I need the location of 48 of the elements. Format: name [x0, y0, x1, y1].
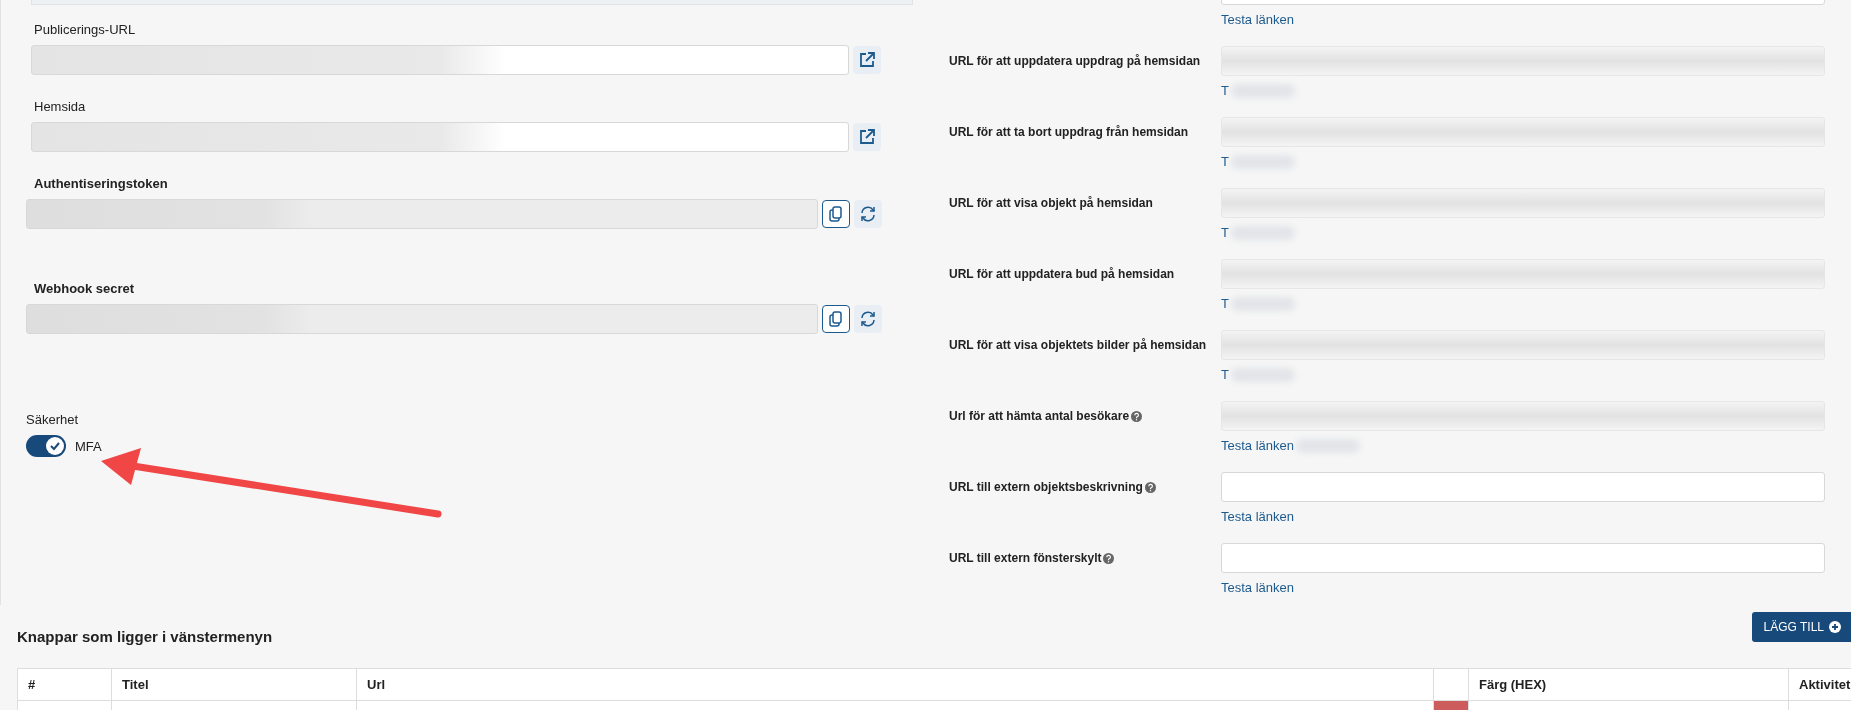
- field-label: Authentiseringstoken: [34, 176, 169, 192]
- test-link[interactable]: Testa länken: [1221, 12, 1294, 28]
- copy-icon[interactable]: [822, 200, 850, 228]
- test-link[interactable]: T: [1221, 83, 1229, 99]
- test-link[interactable]: Testa länken: [1221, 509, 1294, 525]
- field-label: Url för att hämta antal besökare: [949, 407, 1130, 425]
- test-link[interactable]: T: [1221, 225, 1229, 241]
- text-field[interactable]: [26, 304, 818, 334]
- field-label: Publicerings-URL: [34, 22, 137, 38]
- test-link[interactable]: Testa länken: [1221, 580, 1294, 596]
- column-header: Url: [356, 668, 1434, 701]
- toggle-label: MFA: [75, 438, 102, 454]
- test-link[interactable]: T: [1221, 367, 1229, 383]
- field-label: URL för att ta bort uppdrag från hemsidan: [949, 123, 1189, 141]
- column-header: Aktivitet: [1788, 668, 1851, 701]
- toggle-switch[interactable]: [26, 435, 66, 457]
- text-field[interactable]: [26, 199, 818, 229]
- text-field[interactable]: [31, 122, 849, 152]
- field-label: URL för att uppdatera bud på hemsidan: [949, 265, 1175, 283]
- column-header: [1433, 668, 1469, 701]
- help-icon[interactable]: [1131, 410, 1143, 422]
- column-header: Titel: [111, 668, 357, 701]
- plus-icon: [1829, 621, 1841, 633]
- refresh-icon[interactable]: [854, 305, 882, 333]
- add-button[interactable]: LÄGG TILL: [1751, 612, 1851, 642]
- field-label: Hemsida: [34, 99, 87, 115]
- copy-icon[interactable]: [822, 305, 850, 333]
- column-header: #: [17, 668, 112, 701]
- field-label: URL till extern fönsterskylt: [949, 549, 1102, 567]
- text-field[interactable]: [1221, 543, 1825, 573]
- text-field[interactable]: [1221, 472, 1825, 502]
- section-label: Säkerhet: [26, 412, 80, 427]
- help-icon[interactable]: [1144, 481, 1156, 493]
- section-heading: Knappar som ligger i vänstermenyn: [17, 627, 273, 645]
- help-icon[interactable]: [1103, 552, 1115, 564]
- field-label: URL till extern objektsbeskrivning: [949, 478, 1143, 496]
- field-label: Webhook secret: [34, 281, 136, 297]
- test-link[interactable]: Testa länken: [1221, 438, 1294, 454]
- test-link[interactable]: T: [1221, 154, 1229, 170]
- open-external-icon[interactable]: [853, 123, 881, 151]
- text-field[interactable]: [31, 45, 849, 75]
- refresh-icon[interactable]: [854, 200, 882, 228]
- field-label: URL för att uppdatera uppdrag på hemsidan: [949, 52, 1201, 70]
- field-label: URL för att visa objekt på hemsidan: [949, 194, 1153, 212]
- test-link[interactable]: T: [1221, 296, 1229, 312]
- column-header: Färg (HEX): [1468, 668, 1789, 701]
- field-label: URL för att visa objektets bilder på hemsidan: [949, 336, 1207, 354]
- open-external-icon[interactable]: [853, 46, 881, 74]
